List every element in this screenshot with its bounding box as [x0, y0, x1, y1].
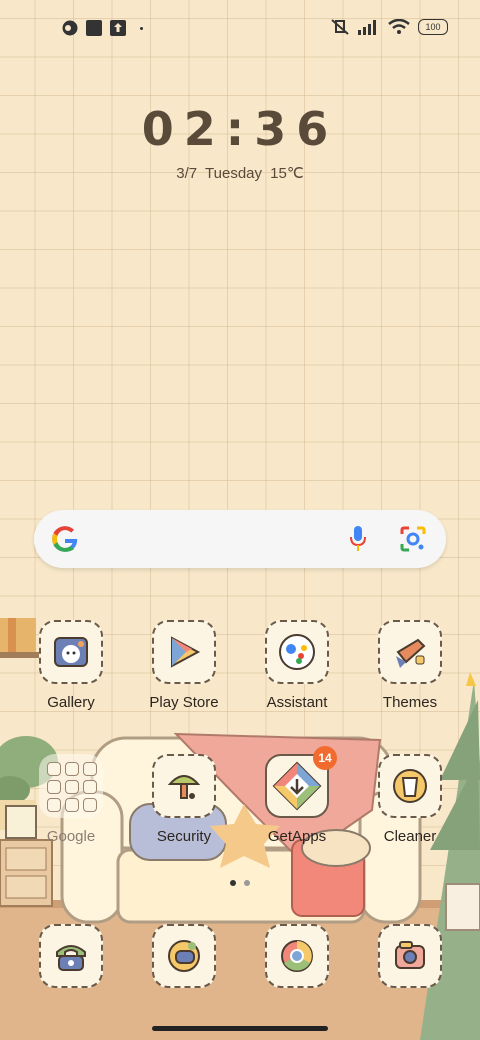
clock-date[interactable]: 3/7 Tuesday 15℃: [0, 164, 480, 182]
app-getapps[interactable]: 14 GetApps: [253, 746, 341, 845]
dock-phone[interactable]: [27, 924, 115, 988]
app-label: Google: [46, 828, 96, 845]
app-label: Security: [156, 828, 212, 845]
phone-icon: [39, 924, 103, 988]
play-store-icon: [152, 620, 216, 684]
battery-icon: 100: [418, 19, 448, 35]
gallery-icon: [39, 620, 103, 684]
app-label: Play Store: [149, 694, 219, 711]
app-assistant[interactable]: Assistant: [253, 620, 341, 711]
app-label: Themes: [382, 694, 438, 711]
gesture-navigation-bar[interactable]: [152, 1026, 328, 1031]
browser-icon: [265, 924, 329, 988]
page-dot: [244, 880, 250, 886]
notification-badge: 14: [313, 746, 337, 770]
upload-icon: [110, 20, 126, 36]
cleaner-icon: [378, 754, 442, 818]
page-indicator: [0, 880, 480, 886]
security-icon: [152, 754, 216, 818]
app-security[interactable]: Security: [140, 754, 228, 845]
dock-camera[interactable]: [366, 924, 454, 988]
camera-icon: [378, 924, 442, 988]
app-notification-icon: [62, 20, 78, 36]
page-dot-active: [230, 880, 236, 886]
app-play-store[interactable]: Play Store: [140, 620, 228, 711]
status-bar: 100: [0, 14, 480, 42]
folder-google[interactable]: Google: [27, 754, 115, 845]
app-label: GetApps: [267, 828, 327, 845]
mic-icon[interactable]: [350, 526, 366, 552]
google-g-icon: [52, 526, 78, 552]
app-label: Gallery: [47, 694, 95, 711]
messages-icon: [152, 924, 216, 988]
google-search-bar[interactable]: [34, 510, 446, 568]
notification-dot: [140, 26, 143, 30]
app-themes[interactable]: Themes: [366, 620, 454, 711]
square-icon: [86, 20, 102, 36]
app-label: Cleaner: [383, 828, 437, 845]
signal-icon: [358, 20, 376, 35]
home-screen: 100 02:36 3/7 Tuesday 15℃ Gallery Play S…: [0, 0, 480, 1040]
dock-messages[interactable]: [140, 924, 228, 988]
app-gallery[interactable]: Gallery: [27, 620, 115, 711]
app-label: Assistant: [266, 694, 328, 711]
mute-icon: [331, 19, 349, 35]
app-cleaner[interactable]: Cleaner: [366, 754, 454, 845]
themes-icon: [378, 620, 442, 684]
clock-time[interactable]: 02:36: [0, 102, 480, 156]
google-folder-icon: [39, 754, 103, 818]
wifi-icon: [388, 19, 410, 34]
assistant-icon: [265, 620, 329, 684]
dock-browser[interactable]: [253, 924, 341, 988]
lens-icon[interactable]: [400, 526, 426, 552]
